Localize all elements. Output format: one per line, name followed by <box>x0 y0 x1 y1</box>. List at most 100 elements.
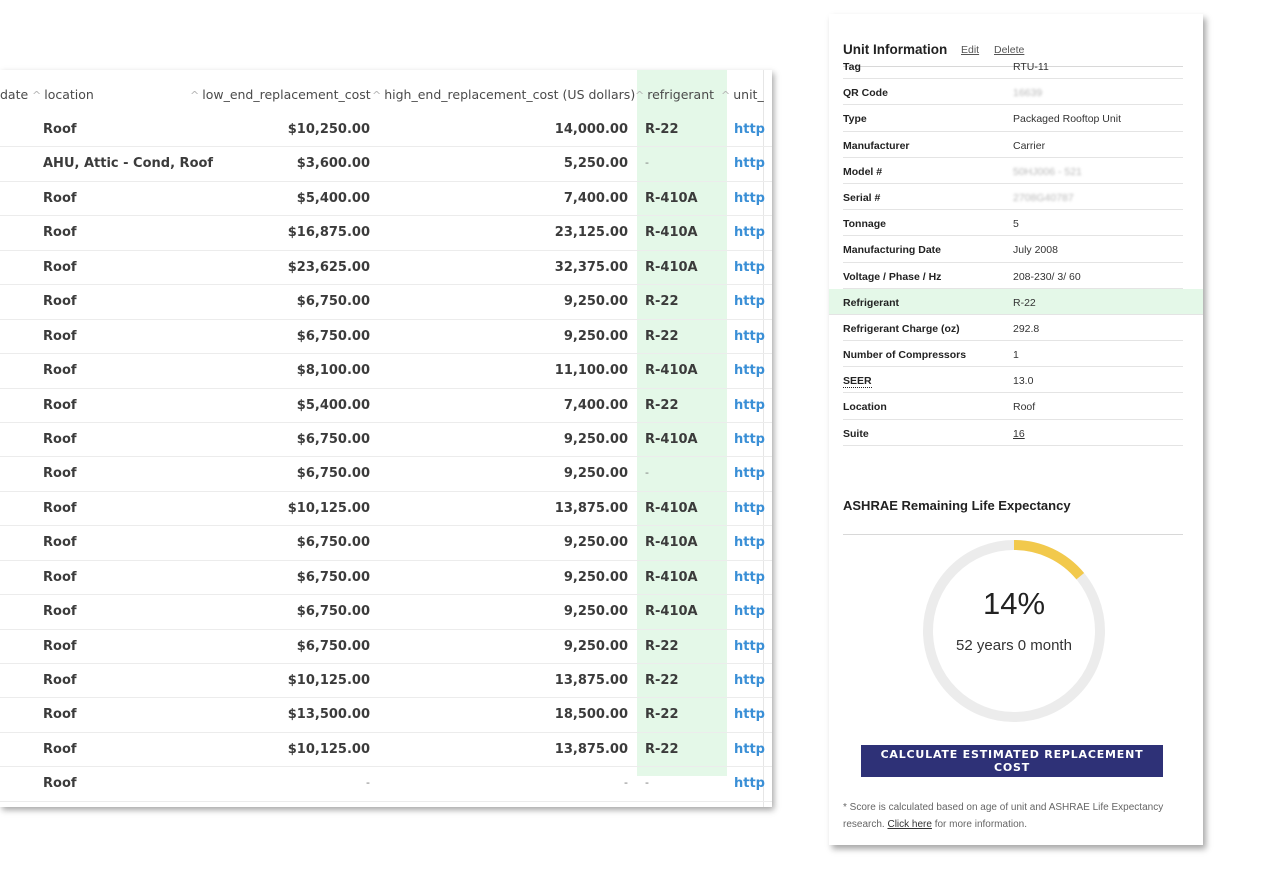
table-row[interactable]: Roof $5,400.00 7,400.00 R-410A http <box>0 182 772 217</box>
cell-unit-url-link[interactable]: http <box>734 639 765 654</box>
table-row[interactable]: Roof $6,750.00 9,250.00 - http <box>0 457 772 492</box>
cell-low-end-cost: $16,875.00 <box>287 225 370 241</box>
cell-location: AHU, Attic - Cond, Roof <box>43 156 214 172</box>
cell-high-end-cost: 9,250.00 <box>563 328 628 344</box>
cell-unit-url-link[interactable]: http <box>734 294 765 309</box>
info-row-refrigerant-charge-oz: Refrigerant Charge (oz) 292.8 <box>843 315 1183 342</box>
cell-low-end-cost: $6,750.00 <box>296 328 370 344</box>
info-row-location: Location Roof <box>843 393 1183 420</box>
table-row[interactable]: Roof $6,750.00 9,250.00 R-22 http <box>0 285 772 320</box>
cell-unit-url-link[interactable]: http <box>734 225 765 240</box>
table-row[interactable]: Roof - - - http <box>0 767 772 802</box>
info-row-manufacturing-date: Manufacturing Date July 2008 <box>843 236 1183 263</box>
cell-refrigerant: R-410A <box>645 569 698 585</box>
info-value: 292.8 <box>1013 322 1040 335</box>
cell-unit-url-link[interactable]: http <box>734 535 765 550</box>
table-row[interactable]: Roof $6,750.00 9,250.00 R-410A http <box>0 423 772 458</box>
info-value[interactable]: 16 <box>1013 428 1025 440</box>
table-row[interactable]: Roof $8,100.00 11,100.00 R-410A http <box>0 354 772 389</box>
info-label: Manufacturer <box>843 139 910 152</box>
info-row-seer: SEER 13.0 <box>843 367 1183 394</box>
cell-low-end-cost: $6,750.00 <box>296 466 370 482</box>
cell-refrigerant: R-22 <box>645 673 679 688</box>
info-label: Manufacturing Date <box>843 244 942 257</box>
info-label: Number of Compressors <box>843 349 967 362</box>
info-label: Serial # <box>843 191 881 204</box>
info-label: Tag <box>843 61 861 73</box>
cell-high-end-cost: 13,875.00 <box>554 741 628 757</box>
cell-unit-url-link[interactable]: http <box>734 329 765 344</box>
cell-location: Roof <box>43 673 77 688</box>
cell-unit-url-link[interactable]: http <box>734 501 765 516</box>
cell-high-end-cost: 9,250.00 <box>563 431 628 447</box>
cell-unit-url-link[interactable]: http <box>734 776 765 791</box>
table-row[interactable]: Roof $10,125.00 13,875.00 R-22 http <box>0 664 772 699</box>
info-label: Voltage / Phase / Hz <box>843 270 942 283</box>
cell-high-end-cost: 9,250.00 <box>563 294 628 310</box>
cell-unit-url-link[interactable]: http <box>734 570 765 585</box>
info-value: Roof <box>1013 401 1036 414</box>
cell-unit-url-link[interactable]: http <box>734 466 765 481</box>
cell-unit-url-link[interactable]: http <box>734 363 765 378</box>
ashrae-section-title: ASHRAE Remaining Life Expectancy <box>843 498 1183 535</box>
cell-refrigerant: R-22 <box>645 294 679 310</box>
table-row[interactable]: Roof $5,400.00 7,400.00 R-22 http <box>0 389 772 423</box>
cell-high-end-cost: 13,875.00 <box>554 500 628 516</box>
cell-low-end-cost: $6,750.00 <box>296 604 370 620</box>
cell-high-end-cost: 18,500.00 <box>554 707 628 723</box>
cell-low-end-cost: $5,400.00 <box>296 397 370 413</box>
info-value: R-22 <box>1013 296 1036 309</box>
table-row[interactable]: Roof $16,875.00 23,125.00 R-410A http <box>0 216 772 251</box>
click-here-link[interactable]: Click here <box>887 819 931 830</box>
table-row[interactable]: Roof $6,750.00 9,250.00 R-410A http <box>0 595 772 630</box>
cell-unit-url-link[interactable]: http <box>734 707 765 722</box>
table-row[interactable]: Roof $6,750.00 9,250.00 R-22 http <box>0 630 772 664</box>
table-row[interactable]: Roof $6,750.00 9,250.00 R-22 http <box>0 320 772 355</box>
header-high-end-cost[interactable]: ^ high_end_replacement_cost (US dollars) <box>372 87 635 102</box>
cell-unit-url-link[interactable]: http <box>734 432 765 447</box>
cell-high-end-cost: 9,250.00 <box>563 604 628 620</box>
info-label: Refrigerant Charge (oz) <box>843 322 960 335</box>
table-row[interactable]: Roof $10,250.00 14,000.00 R-22 http <box>0 113 772 148</box>
cell-location: Roof <box>43 190 77 206</box>
table-row[interactable]: Roof $10,125.00 13,875.00 R-22 http <box>0 733 772 768</box>
cell-low-end-cost: $6,750.00 <box>296 294 370 310</box>
info-row-serial: Serial # 2708G40787 <box>843 184 1183 211</box>
table-row[interactable]: Roof $6,750.00 9,250.00 R-410A http <box>0 561 772 596</box>
table-row[interactable]: Roof $6,750.00 9,250.00 R-410A http <box>0 526 772 561</box>
cell-low-end-cost: $5,400.00 <box>296 190 370 206</box>
cell-unit-url-link[interactable]: http <box>734 742 765 757</box>
info-value: 5 <box>1013 218 1019 231</box>
calculate-replacement-cost-button[interactable]: CALCULATE ESTIMATED REPLACEMENT COST <box>861 745 1163 777</box>
cell-unit-url-link[interactable]: http <box>734 673 765 688</box>
info-value: 208-230/ 3/ 60 <box>1013 270 1081 283</box>
cell-unit-url-link[interactable]: http <box>734 260 765 275</box>
cell-refrigerant: R-22 <box>645 397 679 413</box>
cell-high-end-cost: - <box>624 776 628 790</box>
sort-caret-icon: ^ <box>721 89 731 102</box>
cell-unit-url-link[interactable]: http <box>734 191 765 206</box>
info-value: July 2008 <box>1013 244 1058 257</box>
header-refrigerant[interactable]: ^ refrigerant <box>635 87 714 102</box>
table-row[interactable]: Roof $13,500.00 18,500.00 R-22 http <box>0 698 772 733</box>
info-label: Refrigerant <box>843 296 900 309</box>
info-label: SEER <box>843 375 872 389</box>
header-location[interactable]: ^ location <box>32 87 94 102</box>
cell-refrigerant: R-410A <box>645 604 698 620</box>
cell-refrigerant: - <box>645 466 649 480</box>
header-date[interactable]: date <box>0 87 28 102</box>
table-row[interactable]: Roof $23,625.00 32,375.00 R-410A http <box>0 251 772 286</box>
unit-info-rows: Tag RTU-11 QR Code 16639 Type Packaged Roofto… <box>829 53 1203 446</box>
cell-unit-url-link[interactable]: http <box>734 398 765 413</box>
cell-high-end-cost: 9,250.00 <box>563 569 628 585</box>
info-value: Packaged Rooftop Unit <box>1013 113 1121 126</box>
table-row[interactable]: AHU, Attic - Cond, Roof $3,600.00 5,250.00… <box>0 147 772 182</box>
header-unit-url[interactable]: ^ unit_ <box>721 87 764 102</box>
cell-location: Roof <box>43 707 77 723</box>
header-low-end-cost[interactable]: ^ low_end_replacement_cost <box>190 87 371 102</box>
cell-unit-url-link[interactable]: http <box>734 156 765 171</box>
cell-location: Roof <box>43 466 77 482</box>
cell-unit-url-link[interactable]: http <box>734 604 765 619</box>
table-row[interactable]: Roof $10,125.00 13,875.00 R-410A http <box>0 492 772 527</box>
cell-unit-url-link[interactable]: http <box>734 122 765 137</box>
